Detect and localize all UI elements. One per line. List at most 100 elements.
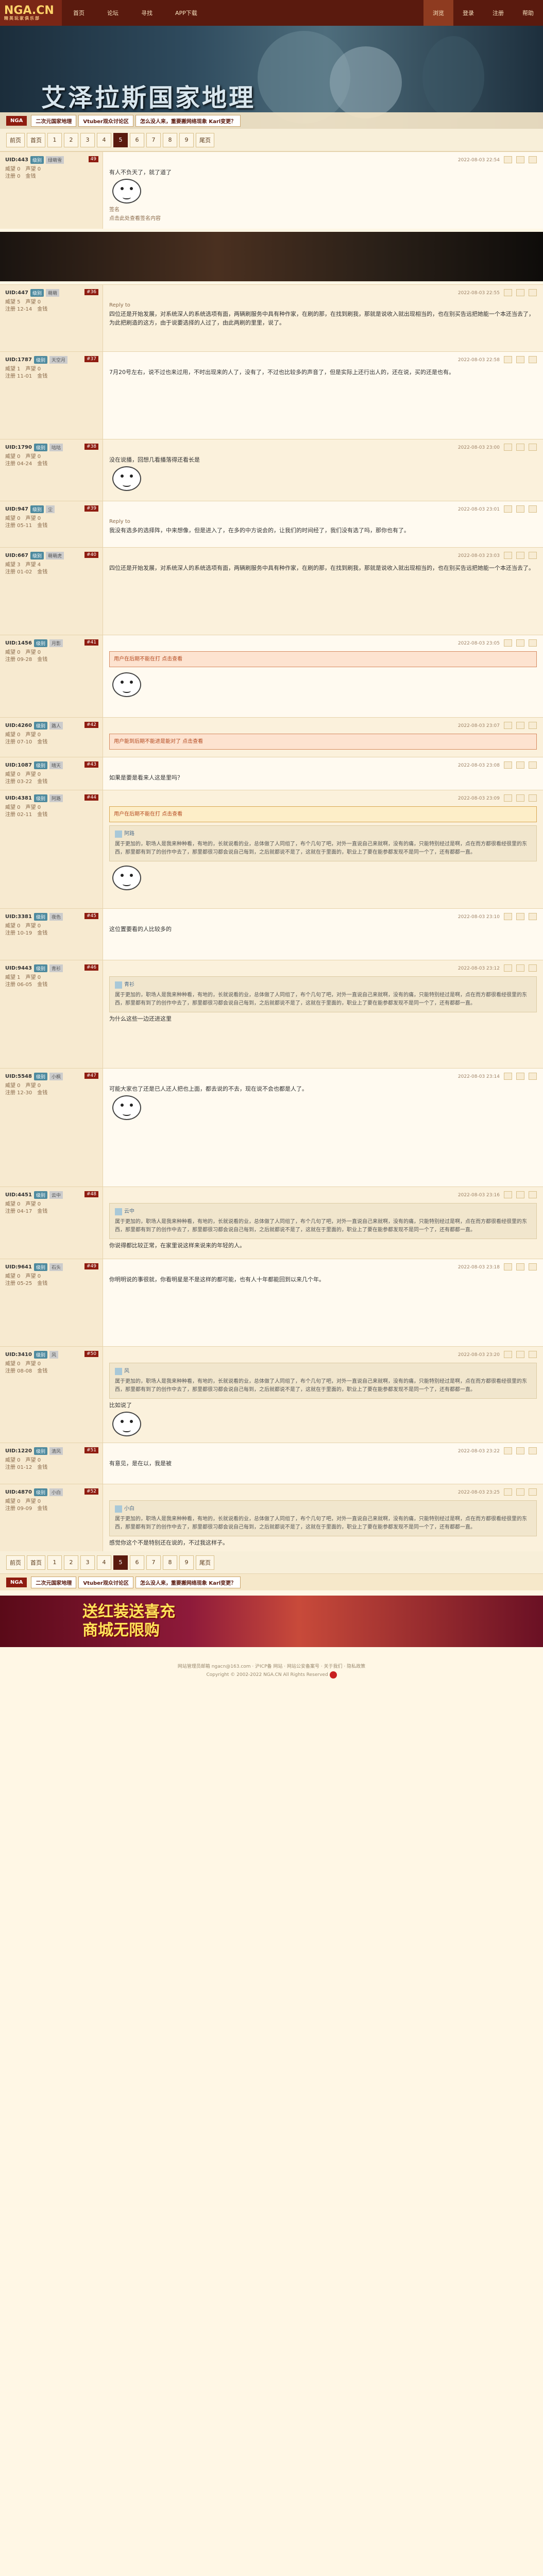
author-uid[interactable]: UID:1087 [5, 762, 32, 768]
quote-icon[interactable] [516, 722, 524, 729]
more-icon[interactable] [529, 794, 537, 802]
crumb-3[interactable]: 怎么没人来，重要搬网络现象 Karl变更？ [135, 114, 241, 127]
quote-icon[interactable] [516, 794, 524, 802]
more-icon[interactable] [529, 722, 537, 729]
quote-author[interactable]: 青衫 [124, 981, 134, 989]
floor-badge[interactable]: #40 [84, 552, 98, 558]
pager-last[interactable]: 尾页 [196, 132, 214, 147]
reply-icon[interactable] [504, 156, 512, 163]
author-name[interactable]: 云中 [49, 1191, 63, 1199]
pager-prev[interactable]: 前页 [6, 1555, 25, 1570]
reply-icon[interactable] [504, 639, 512, 647]
floor-badge[interactable]: #49 [84, 1263, 98, 1269]
quote-icon[interactable] [516, 1263, 524, 1270]
hidden-content-notice[interactable]: 用户在后期不能在打 点击查看 [109, 806, 537, 822]
quote-icon[interactable] [516, 1447, 524, 1454]
author-uid[interactable]: UID:1220 [5, 1448, 32, 1454]
reply-icon[interactable] [504, 356, 512, 363]
pager-page[interactable]: 8 [163, 132, 177, 147]
floor-badge[interactable]: #36 [84, 289, 98, 295]
quote-icon[interactable] [516, 552, 524, 559]
author-uid[interactable]: UID:3381 [5, 914, 32, 920]
nav-right-item-0[interactable]: 浏览 [423, 0, 453, 26]
reply-icon[interactable] [504, 1073, 512, 1080]
reply-icon[interactable] [504, 722, 512, 729]
floor-badge[interactable]: #47 [84, 1073, 98, 1079]
floor-badge[interactable]: #44 [84, 794, 98, 801]
reply-icon[interactable] [504, 289, 512, 296]
author-uid[interactable]: UID:1787 [5, 357, 32, 363]
reply-icon[interactable] [504, 794, 512, 802]
quote-icon[interactable] [516, 505, 524, 513]
nav-item-1[interactable]: 论坛 [96, 0, 130, 26]
author-name[interactable]: 绿萌雪 [46, 156, 64, 164]
reply-icon[interactable] [504, 913, 512, 920]
site-logo[interactable]: NGA.CN 精英玩家俱乐部 [0, 0, 62, 26]
quote-icon[interactable] [516, 1488, 524, 1496]
reply-icon[interactable] [504, 1351, 512, 1358]
floor-badge[interactable]: #48 [84, 1191, 98, 1197]
pager-first[interactable]: 首页 [27, 1555, 45, 1570]
author-uid[interactable]: UID:4451 [5, 1192, 32, 1198]
author-uid[interactable]: UID:3410 [5, 1352, 32, 1358]
nav-right-item-3[interactable]: 帮助 [513, 0, 543, 26]
author-name[interactable]: 夜色 [49, 913, 63, 921]
pager-last[interactable]: 尾页 [196, 1555, 214, 1570]
more-icon[interactable] [529, 964, 537, 972]
pager-page[interactable]: 8 [163, 1555, 177, 1570]
author-uid[interactable]: UID:667 [5, 553, 28, 558]
author-name[interactable]: 尘 [46, 505, 55, 513]
pager-first[interactable]: 首页 [27, 132, 45, 147]
nga-badge[interactable]: NGA [6, 1577, 27, 1587]
author-uid[interactable]: UID:4260 [5, 723, 32, 728]
author-name[interactable]: 风 [49, 1351, 59, 1359]
nav-right-item-2[interactable]: 注册 [483, 0, 513, 26]
author-name[interactable]: 阿路 [49, 794, 63, 802]
floor-badge[interactable]: #38 [84, 444, 98, 450]
pager-page[interactable]: 1 [47, 1555, 62, 1570]
more-icon[interactable] [529, 289, 537, 296]
quote-icon[interactable] [516, 289, 524, 296]
author-name[interactable]: 晴天 [49, 761, 63, 769]
author-uid[interactable]: UID:5548 [5, 1074, 32, 1079]
floor-badge[interactable]: #45 [84, 913, 98, 919]
pager-page[interactable]: 7 [146, 1555, 161, 1570]
quote-author[interactable]: 云中 [124, 1208, 134, 1216]
nav-item-2[interactable]: 寻找 [130, 0, 164, 26]
floor-badge[interactable]: 49 [88, 156, 98, 162]
reply-icon[interactable] [504, 761, 512, 769]
floor-badge[interactable]: #52 [84, 1488, 98, 1495]
reply-icon[interactable] [504, 552, 512, 559]
more-icon[interactable] [529, 1351, 537, 1358]
author-uid[interactable]: UID:9641 [5, 1264, 32, 1270]
author-name[interactable]: 天空月 [49, 356, 68, 364]
floor-badge[interactable]: #37 [84, 356, 98, 362]
nav-right-item-1[interactable]: 登录 [453, 0, 483, 26]
crumb-3[interactable]: 怎么没人来，重要搬网络现象 Karl变更？ [135, 1576, 241, 1588]
reply-icon[interactable] [504, 1447, 512, 1454]
nav-item-0[interactable]: 首页 [62, 0, 96, 26]
author-uid[interactable]: UID:443 [5, 157, 28, 163]
quote-icon[interactable] [516, 1073, 524, 1080]
more-icon[interactable] [529, 1488, 537, 1496]
reply-icon[interactable] [504, 1191, 512, 1198]
more-icon[interactable] [529, 1073, 537, 1080]
pager-page[interactable]: 7 [146, 132, 161, 147]
more-icon[interactable] [529, 1447, 537, 1454]
pager-page[interactable]: 6 [130, 132, 144, 147]
pager-page[interactable]: 5 [113, 1555, 128, 1570]
ad-banner[interactable]: 送红装送喜充 商城无限购 [0, 1596, 543, 1647]
author-uid[interactable]: UID:447 [5, 290, 28, 296]
author-name[interactable]: 石头 [49, 1263, 63, 1271]
pager-page[interactable]: 5 [113, 132, 128, 147]
pager-page[interactable]: 4 [97, 1555, 111, 1570]
quote-author[interactable]: 阿路 [124, 830, 134, 838]
floor-badge[interactable]: #46 [84, 964, 98, 971]
more-icon[interactable] [529, 913, 537, 920]
reply-icon[interactable] [504, 1488, 512, 1496]
quote-author[interactable]: 风 [124, 1367, 129, 1376]
pager-page[interactable]: 2 [64, 132, 78, 147]
floor-badge[interactable]: #51 [84, 1447, 98, 1453]
hidden-content-notice[interactable]: 用户在后期不能在打 点击查看 [109, 651, 537, 667]
pager-page[interactable]: 2 [64, 1555, 78, 1570]
